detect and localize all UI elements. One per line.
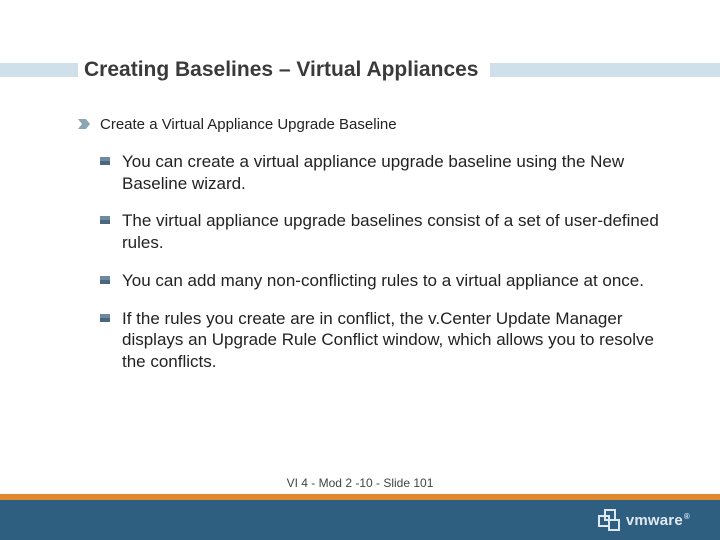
- bullet-list: You can create a virtual appliance upgra…: [78, 151, 670, 373]
- vmware-logo-icon: [598, 509, 620, 531]
- square-bullet-icon: [100, 216, 110, 224]
- vmware-logo: vmware®: [598, 506, 690, 534]
- list-item: You can create a virtual appliance upgra…: [100, 151, 670, 195]
- section-heading-row: Create a Virtual Appliance Upgrade Basel…: [78, 116, 670, 135]
- bullet-text: The virtual appliance upgrade baselines …: [122, 210, 670, 254]
- footer: VI 4 - Mod 2 -10 - Slide 101 vmware®: [0, 484, 720, 540]
- square-bullet-icon: [100, 157, 110, 165]
- logo-word: vmware: [626, 512, 683, 529]
- footer-bar: vmware®: [0, 500, 720, 540]
- square-bullet-icon: [100, 276, 110, 284]
- registered-mark: ®: [684, 512, 690, 521]
- title-accent-left: [0, 63, 78, 77]
- list-item: The virtual appliance upgrade baselines …: [100, 210, 670, 254]
- footer-text: VI 4 - Mod 2 -10 - Slide 101: [0, 476, 720, 494]
- bullet-text: You can add many non-conflicting rules t…: [122, 270, 644, 292]
- title-row: Creating Baselines – Virtual Appliances: [0, 56, 720, 84]
- title-accent-right: [490, 63, 720, 77]
- bullet-text: You can create a virtual appliance upgra…: [122, 151, 670, 195]
- slide-title: Creating Baselines – Virtual Appliances: [84, 58, 484, 82]
- slide-body: Create a Virtual Appliance Upgrade Basel…: [78, 116, 670, 389]
- list-item: You can add many non-conflicting rules t…: [100, 270, 670, 292]
- square-bullet-icon: [100, 314, 110, 322]
- section-heading-text: Create a Virtual Appliance Upgrade Basel…: [100, 116, 397, 135]
- vmware-logo-text: vmware®: [626, 512, 690, 529]
- arrow-bullet-icon: [78, 119, 90, 129]
- slide: Creating Baselines – Virtual Appliances …: [0, 0, 720, 540]
- bullet-text: If the rules you create are in conflict,…: [122, 308, 670, 373]
- list-item: If the rules you create are in conflict,…: [100, 308, 670, 373]
